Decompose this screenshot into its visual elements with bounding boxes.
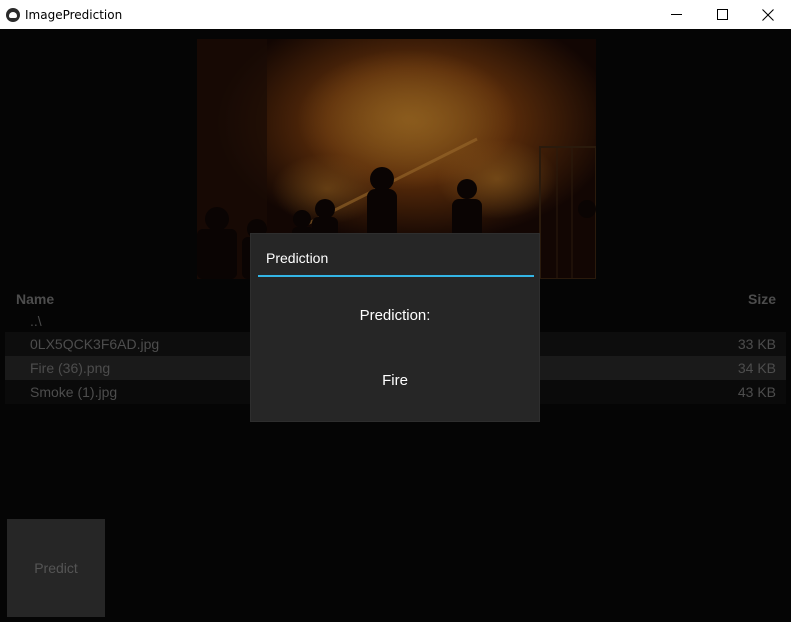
predict-button[interactable]: Predict xyxy=(7,519,105,617)
minimize-icon xyxy=(670,14,682,15)
column-header-name[interactable]: Name xyxy=(16,291,54,307)
parent-directory-link[interactable]: ..\ xyxy=(30,313,42,329)
popup-title: Prediction xyxy=(266,250,329,266)
maximize-button[interactable] xyxy=(699,0,745,29)
prediction-popup[interactable]: Prediction Prediction: Fire xyxy=(251,234,539,421)
close-button[interactable] xyxy=(745,0,791,29)
file-size: 43 KB xyxy=(737,384,776,400)
file-size: 33 KB xyxy=(737,336,776,352)
maximize-icon xyxy=(716,9,728,20)
popup-title-separator xyxy=(258,275,534,277)
file-name: Smoke (1).jpg xyxy=(30,384,118,400)
prediction-label: Prediction: xyxy=(359,307,431,324)
app-logo-icon xyxy=(6,7,20,22)
window-title: ImagePrediction xyxy=(25,7,123,22)
file-size: 34 KB xyxy=(737,360,776,376)
prediction-result: Fire xyxy=(382,372,408,389)
window-controls xyxy=(653,0,791,29)
file-name: Fire (36).png xyxy=(30,360,111,376)
minimize-button[interactable] xyxy=(653,0,699,29)
file-name: 0LX5QCK3F6AD.jpg xyxy=(30,336,160,352)
app-window: ImagePrediction Name Size ..\ 0LX5QCK3F6… xyxy=(0,0,791,622)
title-bar[interactable]: ImagePrediction xyxy=(0,0,791,29)
column-header-size[interactable]: Size xyxy=(748,291,776,307)
close-icon xyxy=(762,8,774,21)
